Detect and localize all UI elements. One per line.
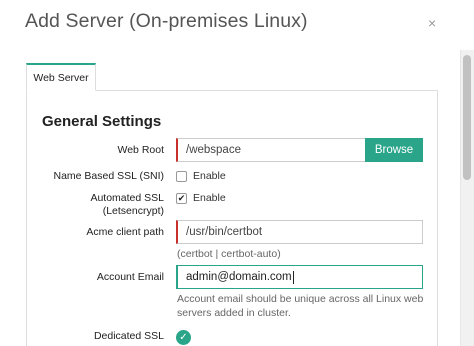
dedicated-ssl-toggle[interactable]: ✓ (176, 330, 191, 345)
web-root-input[interactable]: /webspace (176, 138, 366, 162)
check-circle-icon: ✓ (179, 332, 188, 343)
account-email-help: Account email should be unique across al… (177, 292, 423, 320)
checkmark-icon: ✔ (177, 193, 186, 203)
acme-path-input[interactable]: /usr/bin/certbot (176, 220, 423, 244)
account-email-help-line1: Account email should be unique across al… (177, 293, 424, 305)
section-title: General Settings (42, 113, 162, 130)
sni-label: Name Based SSL (SNI) (53, 170, 165, 182)
automated-ssl-option-label: Enable (193, 192, 226, 204)
automated-ssl-label: Automated SSL (Letsencrypt) (90, 192, 164, 218)
automated-ssl-label-line2: (Letsencrypt) (102, 205, 164, 217)
acme-path-label: Acme client path (86, 226, 164, 238)
web-root-value: /webspace (186, 144, 241, 156)
acme-path-value: /usr/bin/certbot (186, 226, 263, 238)
scrollbar-thumb[interactable] (463, 55, 471, 180)
close-icon[interactable]: × (428, 16, 436, 30)
browse-button[interactable]: Browse (365, 138, 423, 162)
dialog-title: Add Server (On-premises Linux) (25, 10, 308, 32)
account-email-label: Account Email (96, 271, 164, 283)
automated-ssl-label-line1: Automated SSL (90, 192, 164, 204)
account-email-input[interactable]: admin@domain.com (176, 265, 423, 289)
automated-ssl-checkbox[interactable]: ✔ (176, 193, 187, 204)
sni-option-label: Enable (193, 170, 226, 182)
tab-web-server[interactable]: Web Server (26, 63, 96, 91)
web-root-label: Web Root (117, 144, 165, 156)
acme-path-help: (certbot | certbot-auto) (177, 248, 281, 260)
account-email-help-line2: servers added in cluster. (177, 307, 291, 319)
account-email-value: admin@domain.com (186, 271, 292, 283)
sni-checkbox[interactable] (176, 171, 187, 182)
text-caret (292, 270, 294, 284)
dedicated-ssl-label: Dedicated SSL (93, 330, 164, 342)
